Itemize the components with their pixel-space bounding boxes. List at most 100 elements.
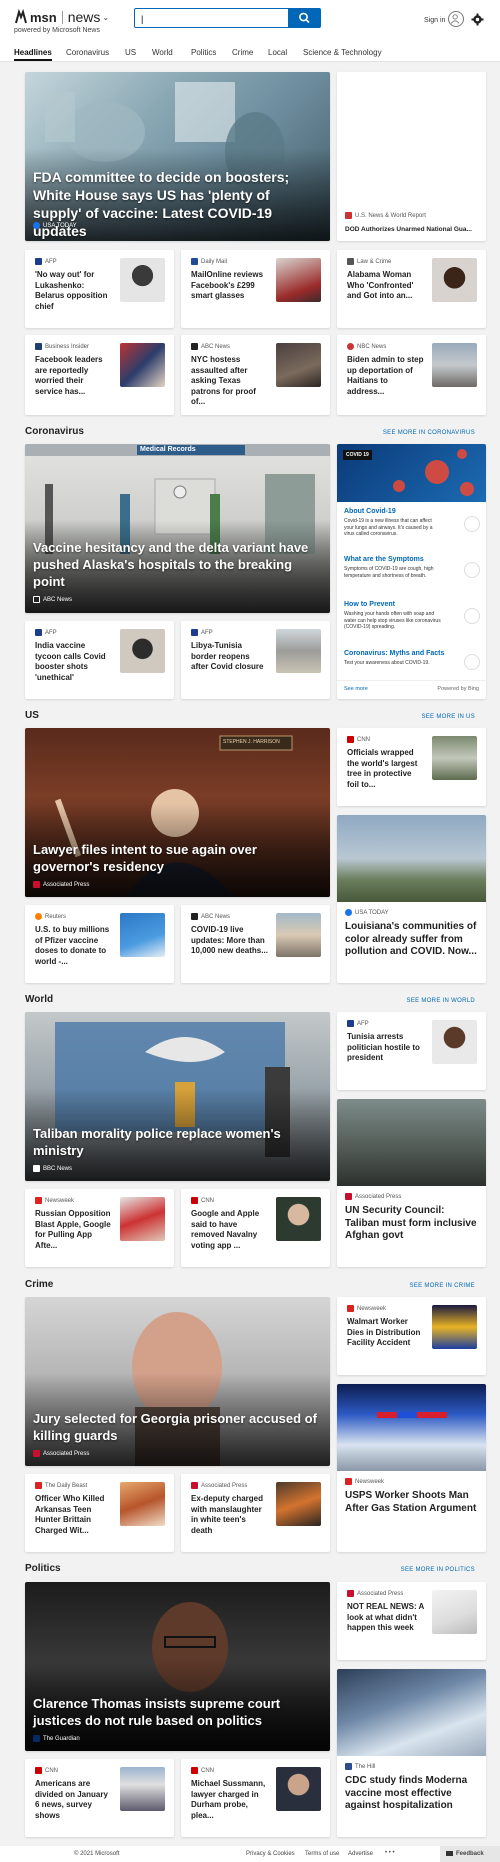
card-thumbnail (432, 258, 477, 302)
news-card[interactable]: Daily Mail MailOnline reviews Facebook's… (181, 250, 330, 328)
covid-item-symptoms[interactable]: What are the Symptoms Symptoms of COVID-1… (344, 556, 474, 579)
card-thumbnail (120, 1482, 165, 1526)
covid-see-more-link[interactable]: See more (344, 686, 368, 692)
tab-headlines[interactable]: Headlines (14, 48, 52, 61)
avatar-icon[interactable] (448, 11, 464, 27)
news-card[interactable]: Newsweek Russian Opposition Blast Apple,… (25, 1189, 174, 1267)
covid-item-prevent[interactable]: How to Prevent Washing your hands often w… (344, 601, 474, 631)
hero-source: The Guardian (43, 1735, 80, 1742)
news-card[interactable]: CNN Americans are divided on January 6 n… (25, 1759, 174, 1837)
card-title: DOD Authorizes Unarmed National Gua... (345, 226, 472, 233)
tab-world[interactable]: World (152, 48, 173, 57)
feedback-button[interactable]: Feedback (440, 1846, 500, 1862)
tab-local[interactable]: Local (268, 48, 287, 57)
search-button[interactable] (288, 8, 321, 28)
card-title: Tunisia arrests politician hostile to pr… (347, 1032, 420, 1062)
news-card[interactable]: Law & Crime Alabama Woman Who 'Confronte… (337, 250, 486, 328)
tab-science-technology[interactable]: Science & Technology (303, 48, 382, 57)
source-icon (33, 1165, 40, 1172)
news-card[interactable]: The Daily Beast Officer Who Killed Arkan… (25, 1474, 174, 1552)
footer-link-advertise[interactable]: Advertise (348, 1851, 373, 1857)
news-card[interactable]: Newsweek Walmart Worker Dies in Distribu… (337, 1297, 486, 1375)
tab-coronavirus[interactable]: Coronavirus (66, 48, 109, 57)
hero-card[interactable]: Clarence Thomas insists supreme court ju… (25, 1582, 330, 1751)
news-card[interactable]: Associated Press Ex-deputy charged with … (181, 1474, 330, 1552)
section-heading-us: US (25, 710, 39, 721)
card-thumbnail (120, 343, 165, 387)
see-more-world-link[interactable]: SEE MORE IN WORLD (407, 998, 475, 1004)
news-card[interactable]: The Hill CDC study finds Moderna vaccine… (337, 1669, 486, 1837)
hero-card[interactable]: Medical Records Vaccine hesitancy and th… (25, 444, 330, 613)
news-card[interactable]: Reuters U.S. to buy millions of Pfizer v… (25, 905, 174, 983)
news-card[interactable]: CNN Google and Apple said to have remove… (181, 1189, 330, 1267)
tab-crime[interactable]: Crime (232, 48, 253, 57)
card-title: UN Security Council: Taliban must form i… (345, 1205, 477, 1241)
news-card[interactable]: Associated Press UN Security Council: Ta… (337, 1099, 486, 1267)
hero-source: ABC News (43, 596, 73, 603)
card-thumbnail (276, 1197, 321, 1241)
powered-by-bing: Powered by Bing (437, 686, 479, 692)
news-card[interactable]: CNN Michael Sussmann, lawyer charged in … (181, 1759, 330, 1837)
hero-card[interactable]: FDA committee to decide on boosters; Whi… (25, 72, 330, 241)
hero-title: FDA committee to decide on boosters; Whi… (33, 169, 290, 239)
see-more-crime-link[interactable]: SEE MORE IN CRIME (410, 1283, 475, 1289)
section-name: news (67, 9, 101, 25)
card-title: Michael Sussmann, lawyer charged in Durh… (191, 1779, 266, 1820)
source-icon (345, 212, 352, 219)
hero-card[interactable]: Jury selected for Georgia prisoner accus… (25, 1297, 330, 1466)
news-card[interactable]: CNN Officials wrapped the world's larges… (337, 728, 486, 806)
hero-card[interactable]: STEPHEN J. HARRISON Lawyer files intent … (25, 728, 330, 897)
side-card[interactable]: U.S. News & World Report DOD Authorizes … (337, 72, 486, 241)
source-icon (33, 881, 40, 888)
news-card[interactable]: AFP 'No way out' for Lukashenko: Belarus… (25, 250, 174, 328)
more-options-icon[interactable]: • • • (385, 1850, 395, 1856)
page-footer: © 2021 Microsoft Privacy & Cookies Terms… (0, 1846, 500, 1862)
footer-link-terms[interactable]: Terms of use (305, 1851, 339, 1857)
card-title: Libya-Tunisia border reopens after Covid… (191, 641, 264, 671)
news-card[interactable]: USA TODAY Louisiana's communities of col… (337, 815, 486, 983)
tab-us[interactable]: US (125, 48, 136, 57)
news-card[interactable]: Associated Press NOT REAL NEWS: A look a… (337, 1582, 486, 1660)
powered-by: powered by Microsoft News (14, 27, 100, 34)
card-title: India vaccine tycoon calls Covid booster… (35, 641, 106, 682)
news-card[interactable]: ABC News NYC hostess assaulted after ask… (181, 335, 330, 415)
chevron-down-icon[interactable]: ⌄ (102, 13, 109, 22)
card-thumbnail (120, 913, 165, 957)
see-more-coronavirus-link[interactable]: SEE MORE IN CORONAVIRUS (383, 430, 475, 436)
search-icon (299, 12, 310, 24)
see-more-politics-link[interactable]: SEE MORE IN POLITICS (401, 1567, 475, 1573)
card-thumbnail (120, 629, 165, 673)
news-card[interactable]: AFP Libya-Tunisia border reopens after C… (181, 621, 330, 699)
card-image (337, 1669, 486, 1756)
card-thumbnail (432, 1020, 477, 1064)
news-card[interactable]: Business Insider Facebook leaders are re… (25, 335, 174, 415)
msn-logo[interactable]: msn news ⌄ powered by Microsoft News (14, 8, 109, 34)
news-card[interactable]: AFP India vaccine tycoon calls Covid boo… (25, 621, 174, 699)
news-card[interactable]: Newsweek USPS Worker Shoots Man After Ga… (337, 1384, 486, 1552)
tab-politics[interactable]: Politics (191, 48, 216, 57)
card-thumbnail (432, 1590, 477, 1634)
card-thumbnail (276, 629, 321, 673)
gear-icon[interactable] (471, 13, 484, 26)
hero-title: Clarence Thomas insists supreme court ju… (33, 1696, 281, 1728)
card-thumbnail (120, 1197, 165, 1241)
news-card[interactable]: ABC News COVID-19 live updates: More tha… (181, 905, 330, 983)
covid-item-myths[interactable]: Coronavirus: Myths and Facts Test your aw… (344, 650, 474, 667)
handwash-icon (464, 608, 480, 624)
category-nav: Headlines Coronavirus US World Politics … (0, 44, 500, 62)
card-title: COVID-19 live updates: More than 10,000 … (191, 925, 268, 955)
copyright: © 2021 Microsoft (74, 1851, 120, 1857)
top-header: msn news ⌄ powered by Microsoft News Sig… (0, 0, 500, 62)
footer-link-privacy[interactable]: Privacy & Cookies (246, 1851, 295, 1857)
covid-item-about[interactable]: About Covid-19 Covid-19 is a new illness … (344, 508, 474, 538)
source-icon (33, 596, 40, 603)
news-card[interactable]: NBC News Biden admin to step up deportat… (337, 335, 486, 415)
sign-in-link[interactable]: Sign in (424, 17, 445, 24)
news-card[interactable]: AFP Tunisia arrests politician hostile t… (337, 1012, 486, 1090)
card-title: Google and Apple said to have removed Na… (191, 1209, 260, 1250)
see-more-us-link[interactable]: SEE MORE IN US (421, 714, 475, 720)
hero-card[interactable]: Taliban morality police replace women's … (25, 1012, 330, 1181)
card-title: Alabama Woman Who 'Confronted' and Got i… (347, 270, 414, 300)
nameplate-text: STEPHEN J. HARRISON (223, 739, 280, 745)
card-title: NOT REAL NEWS: A look at what didn't hap… (347, 1602, 425, 1632)
